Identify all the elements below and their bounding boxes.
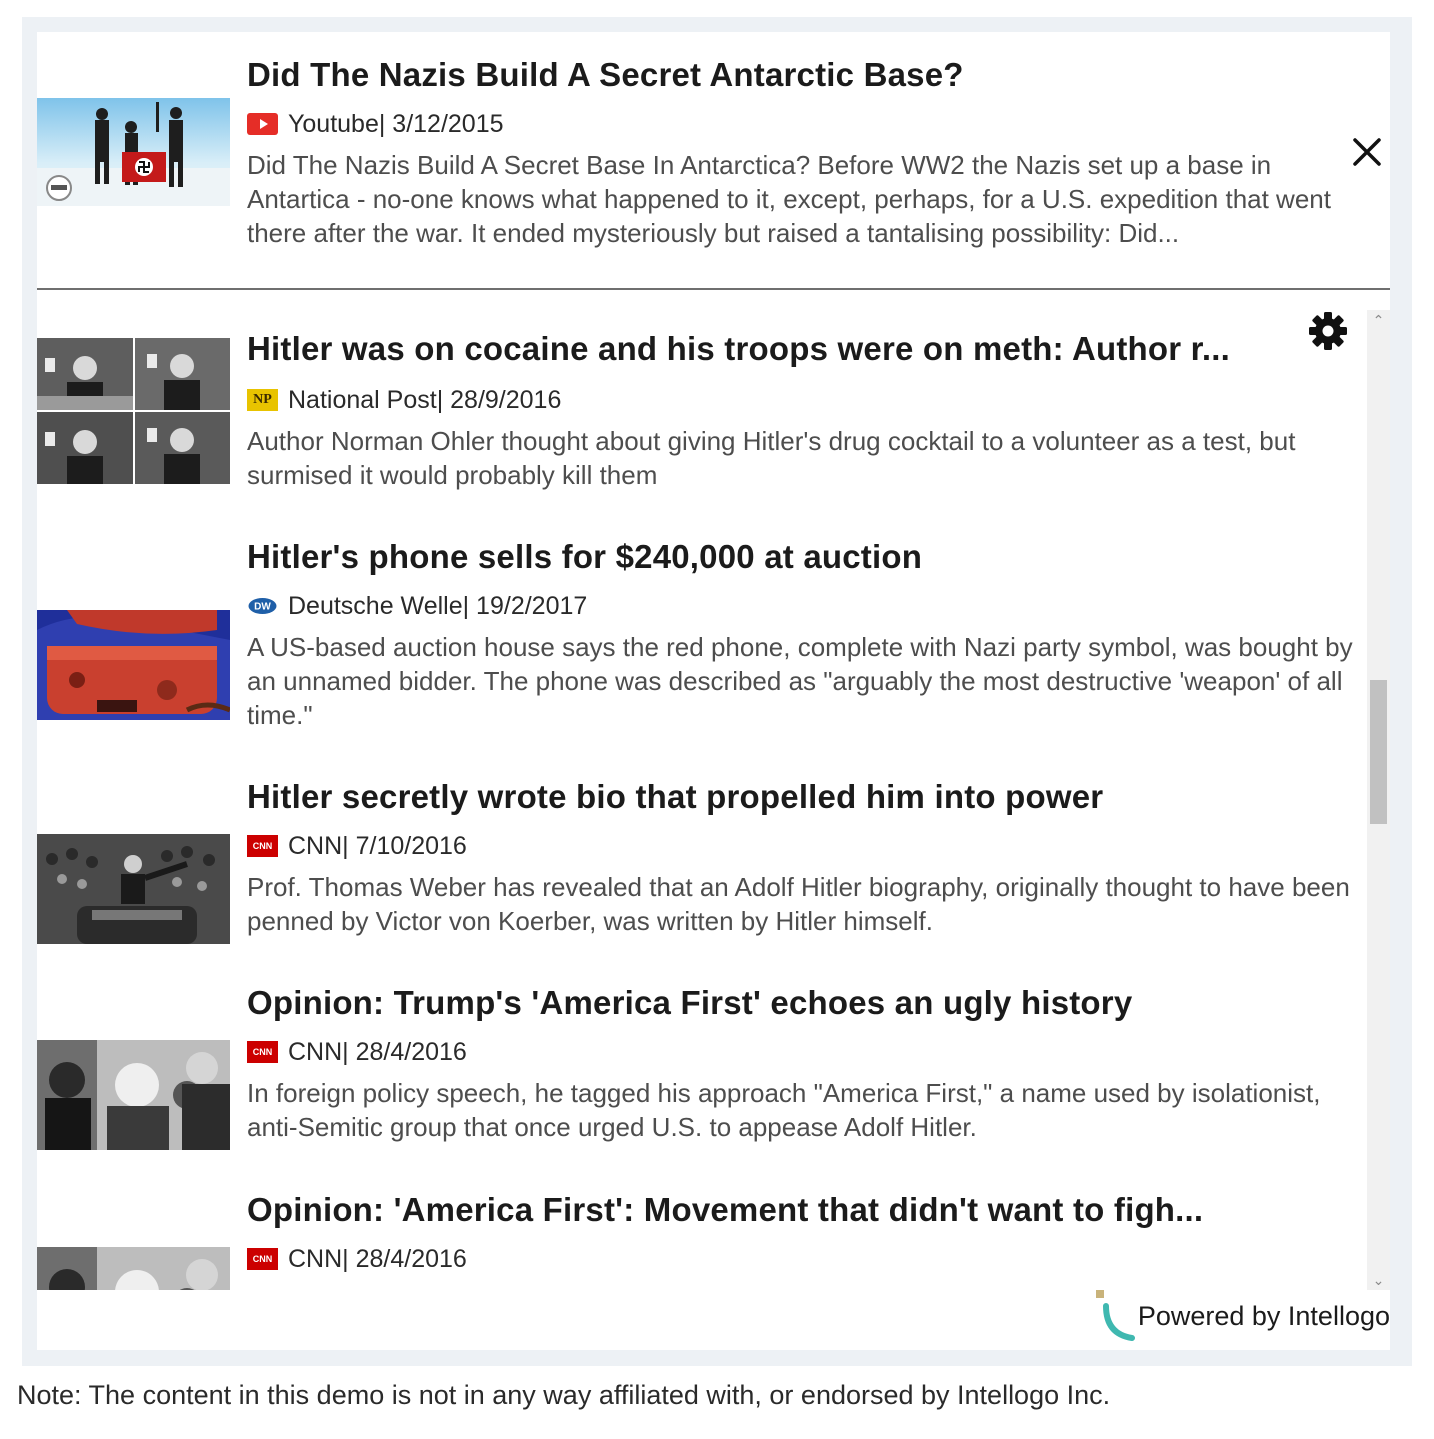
- article-source: NP National Post| 28/9/2016: [247, 384, 561, 416]
- list-item[interactable]: Hitler secretly wrote bio that propelled…: [37, 758, 1367, 958]
- article-source-text: CNN| 28/4/2016: [288, 1244, 467, 1273]
- np-logo-icon: NP: [247, 389, 278, 411]
- svg-text:DW: DW: [254, 602, 271, 613]
- powered-by-text: Powered by Intellogo: [1137, 1300, 1390, 1331]
- featured-source: Youtube| 3/12/2015: [247, 108, 504, 140]
- cnn-logo-icon: CNN: [247, 1248, 278, 1270]
- powered-by[interactable]: Powered by Intellogo: [1095, 1290, 1390, 1342]
- disclaimer-note: Note: The content in this demo is not in…: [17, 1380, 1111, 1410]
- article-thumbnail[interactable]: [37, 1040, 230, 1150]
- article-list[interactable]: Hitler was on cocaine and his troops wer…: [37, 310, 1367, 1290]
- article-description: Author Norman Ohler thought about giving…: [247, 426, 1296, 490]
- scrollbar-thumb[interactable]: [1370, 680, 1387, 824]
- recommendation-panel: Did The Nazis Build A Secret Antarctic B…: [37, 32, 1390, 1350]
- dw-logo-icon: DW: [247, 595, 278, 617]
- featured-source-text: Youtube| 3/12/2015: [288, 109, 504, 138]
- featured-title[interactable]: Did The Nazis Build A Secret Antarctic B…: [247, 56, 1347, 94]
- article-source: CNN CNN| 7/10/2016: [247, 830, 467, 862]
- featured-article[interactable]: Did The Nazis Build A Secret Antarctic B…: [37, 32, 1390, 288]
- article-description: In foreign policy speech, he tagged his …: [247, 1078, 1321, 1142]
- gear-icon[interactable]: [1308, 311, 1348, 351]
- featured-thumbnail[interactable]: [37, 98, 230, 206]
- article-description: A US-based auction house says the red ph…: [247, 632, 1353, 730]
- article-title[interactable]: Opinion: 'America First': Movement that …: [247, 1191, 1307, 1229]
- divider: [37, 288, 1390, 290]
- article-thumbnail[interactable]: [37, 610, 230, 720]
- list-item[interactable]: Opinion: 'America First': Movement that …: [37, 1171, 1367, 1290]
- list-item[interactable]: Opinion: Trump's 'America First' echoes …: [37, 964, 1367, 1164]
- scroll-down-icon[interactable]: ⌄: [1367, 1270, 1390, 1290]
- article-title[interactable]: Hitler's phone sells for $240,000 at auc…: [247, 538, 1307, 576]
- intellogo-logo-icon: [1095, 1290, 1136, 1342]
- article-thumbnail[interactable]: [37, 338, 230, 484]
- article-title[interactable]: Opinion: Trump's 'America First' echoes …: [247, 984, 1307, 1022]
- article-description: Prof. Thomas Weber has revealed that an …: [247, 872, 1350, 936]
- article-thumbnail[interactable]: [37, 834, 230, 944]
- featured-description: Did The Nazis Build A Secret Base In Ant…: [247, 150, 1331, 248]
- scroll-up-icon[interactable]: ⌃: [1367, 310, 1390, 330]
- article-source-text: CNN| 28/4/2016: [288, 1037, 467, 1066]
- list-item[interactable]: Hitler was on cocaine and his troops wer…: [37, 310, 1367, 510]
- article-source: CNN CNN| 28/4/2016: [247, 1036, 467, 1068]
- list-item[interactable]: Hitler's phone sells for $240,000 at auc…: [37, 518, 1367, 738]
- cnn-logo-icon: CNN: [247, 1041, 278, 1063]
- article-title[interactable]: Hitler was on cocaine and his troops wer…: [247, 330, 1307, 368]
- article-source: DW Deutsche Welle| 19/2/2017: [247, 590, 587, 622]
- article-thumbnail[interactable]: [37, 1247, 230, 1290]
- list-scrollbar[interactable]: ⌃ ⌄: [1367, 310, 1390, 1290]
- cnn-logo-icon: CNN: [247, 835, 278, 857]
- article-source-text: National Post| 28/9/2016: [288, 385, 562, 414]
- article-source: CNN CNN| 28/4/2016: [247, 1243, 467, 1275]
- article-source-text: Deutsche Welle| 19/2/2017: [288, 591, 588, 620]
- article-source-text: CNN| 7/10/2016: [288, 831, 467, 860]
- youtube-icon: [247, 113, 278, 135]
- close-icon[interactable]: [1350, 135, 1384, 169]
- article-title[interactable]: Hitler secretly wrote bio that propelled…: [247, 778, 1307, 816]
